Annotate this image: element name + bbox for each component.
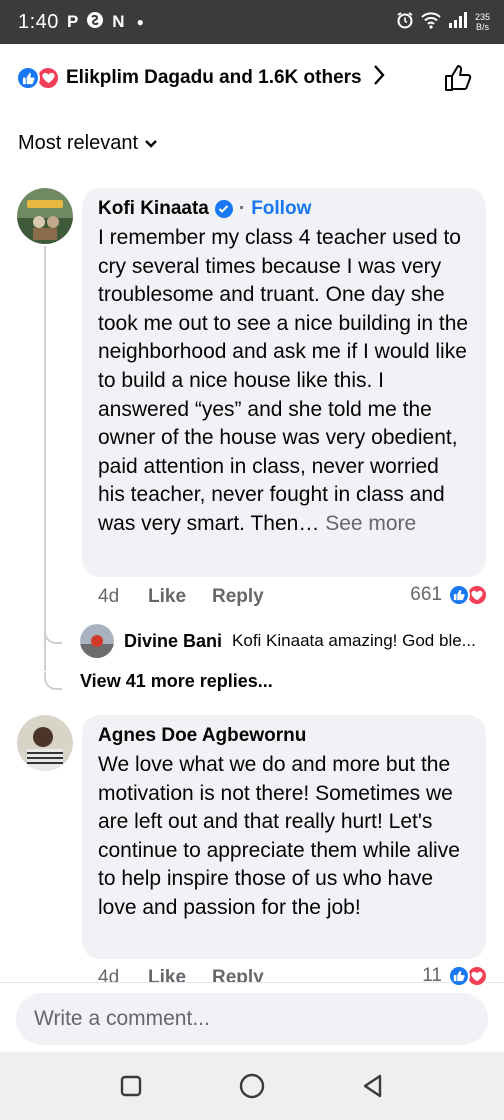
net-speed-unit: B/s	[475, 22, 489, 32]
status-dot: ●	[136, 15, 144, 29]
circle-icon	[239, 1073, 265, 1099]
sort-dropdown[interactable]: Most relevant	[18, 132, 158, 155]
back-button[interactable]	[353, 1066, 393, 1106]
reply-author[interactable]: Divine Bani	[124, 631, 222, 652]
comment-text: We love what we do and more but the moti…	[98, 751, 470, 923]
recents-button[interactable]	[111, 1066, 151, 1106]
comment-body: I remember my class 4 teacher used to cr…	[98, 226, 469, 535]
comment-composer: Write a comment...	[0, 982, 504, 1052]
square-icon	[120, 1075, 141, 1097]
home-button[interactable]	[232, 1066, 272, 1106]
shazam-icon	[86, 11, 104, 34]
avatar[interactable]	[17, 715, 73, 771]
reply-avatar[interactable]	[80, 624, 114, 658]
status-right: 235 B/s	[396, 11, 490, 34]
comment-text: I remember my class 4 teacher used to cr…	[98, 224, 470, 539]
comment-body: We love what we do and more but the moti…	[98, 753, 460, 919]
system-nav-bar	[0, 1052, 504, 1120]
view-more-replies-link[interactable]: View 41 more replies...	[80, 671, 273, 692]
reaction-icons	[448, 584, 488, 606]
reaction-count-value: 661	[410, 584, 442, 605]
comment-reply-button[interactable]: Reply	[212, 586, 264, 608]
thread-line	[44, 246, 46, 671]
reply-text: Kofi Kinaata amazing! God ble...	[232, 631, 476, 650]
comment-reaction-count[interactable]: 661	[410, 584, 488, 606]
verified-badge-icon	[214, 200, 233, 218]
signal-icon	[448, 11, 468, 34]
reaction-icons	[16, 66, 60, 90]
comment-author[interactable]: Kofi Kinaata	[98, 198, 209, 220]
comment-input[interactable]: Write a comment...	[16, 993, 488, 1045]
status-left: 1:40 P N ●	[18, 11, 144, 34]
chevron-down-icon	[144, 132, 158, 155]
comment-bubble: Kofi Kinaata · Follow I remember my clas…	[82, 188, 486, 577]
net-speed: 235 B/s	[475, 12, 490, 32]
wifi-icon	[421, 11, 441, 34]
thumbs-up-icon	[445, 65, 472, 91]
like-reaction-icon	[448, 584, 470, 606]
comment-actions: 4d Like Reply	[98, 586, 264, 608]
comment-header: Kofi Kinaata · Follow	[98, 198, 470, 220]
reply-preview[interactable]: Divine Bani Kofi Kinaata amazing! God bl…	[80, 624, 476, 658]
net-speed-value: 235	[474, 12, 490, 22]
comment-header: Agnes Doe Agbewornu	[98, 725, 470, 747]
separator-dot: ·	[238, 198, 246, 219]
status-time: 1:40	[18, 10, 59, 33]
notification-indicator-n: N	[112, 12, 125, 31]
sort-label: Most relevant	[18, 132, 139, 154]
like-post-button[interactable]	[440, 60, 476, 96]
alarm-icon	[396, 11, 414, 34]
status-bar: 1:40 P N ● 235 B/s	[0, 0, 504, 44]
like-reaction-icon	[16, 66, 40, 90]
comment-author[interactable]: Agnes Doe Agbewornu	[98, 725, 306, 747]
thread-connector	[44, 672, 62, 690]
notification-indicator-p: P	[66, 12, 79, 31]
comment-age: 4d	[98, 586, 120, 607]
follow-button[interactable]: Follow	[251, 198, 311, 220]
thread-connector	[44, 626, 62, 644]
comment-bubble: Agnes Doe Agbewornu We love what we do a…	[82, 715, 486, 959]
avatar[interactable]	[17, 188, 73, 244]
reactions-summary[interactable]: Elikplim Dagadu and 1.6K others	[66, 67, 362, 89]
chevron-right-icon	[372, 64, 386, 93]
like-reaction-icon	[448, 965, 470, 987]
comment-like-button[interactable]: Like	[148, 586, 212, 608]
see-more-link[interactable]: See more	[325, 512, 416, 535]
triangle-back-icon	[364, 1074, 382, 1098]
reactions-header[interactable]: Elikplim Dagadu and 1.6K others	[0, 58, 504, 98]
